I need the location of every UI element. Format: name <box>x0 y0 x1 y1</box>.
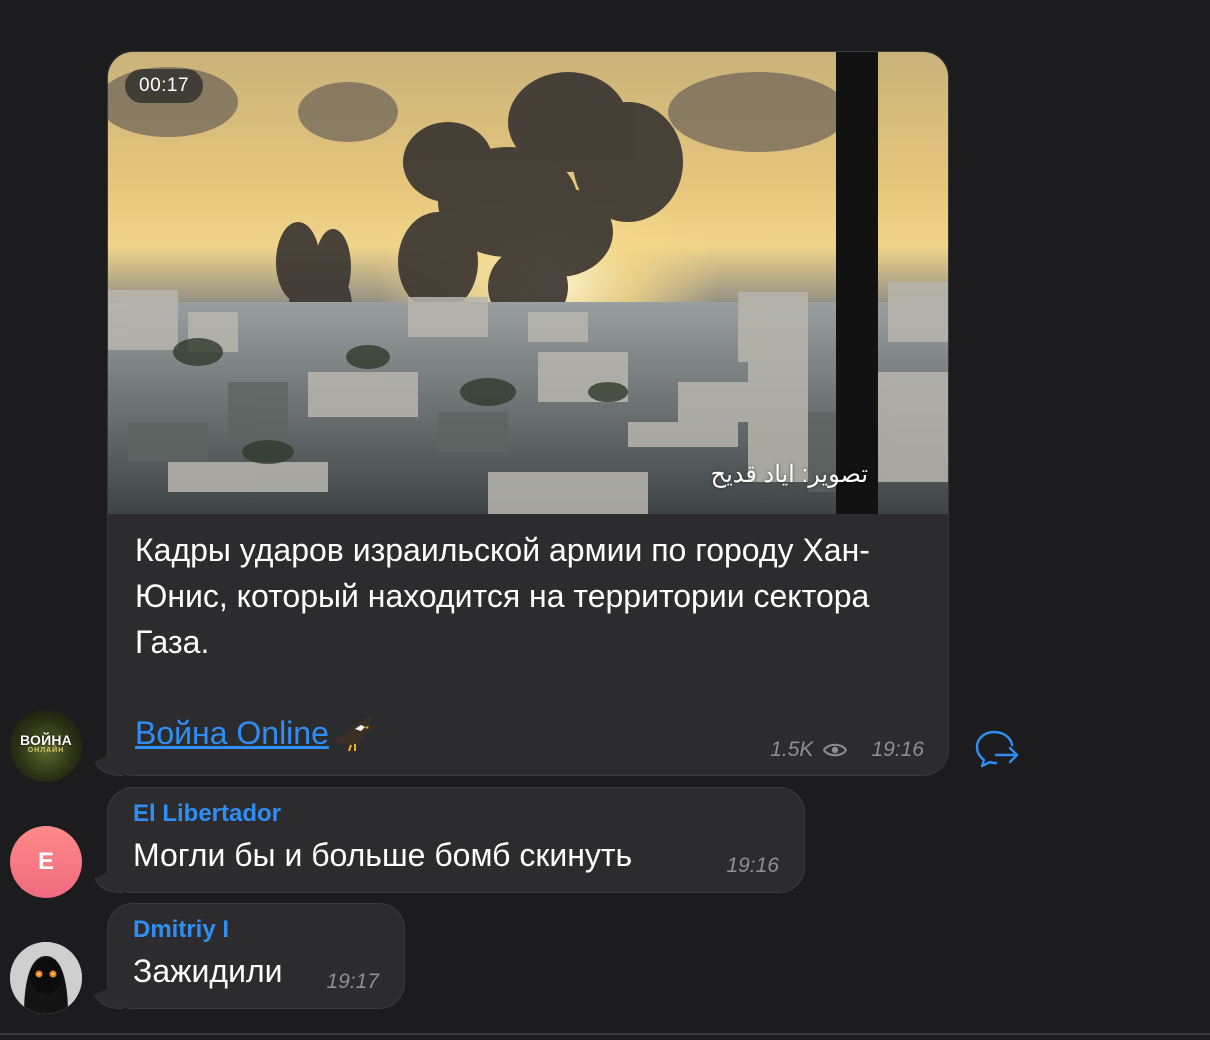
channel-link-label: Война Online <box>135 715 329 751</box>
post-time: 19:16 <box>871 738 924 761</box>
divider <box>0 1033 1210 1035</box>
message-time: 19:16 <box>726 854 779 877</box>
channel-avatar[interactable]: ВОЙНА ОНЛАЙН <box>10 710 82 782</box>
post-meta: 1.5K 19:16 <box>770 738 924 762</box>
channel-avatar-title: ВОЙНА <box>20 732 72 748</box>
avatar[interactable]: E <box>10 826 82 898</box>
message-bubble[interactable]: El Libertador Могли бы и больше бомб ски… <box>107 787 805 893</box>
sender-name[interactable]: El Libertador <box>133 800 281 828</box>
sender-name[interactable]: Dmitriy I <box>133 916 229 944</box>
message-bubble[interactable]: Dmitriy I Зажидили 19:17 <box>107 903 405 1009</box>
post-caption: Кадры ударов израильской армии по городу… <box>135 532 870 660</box>
view-count: 1.5K <box>770 738 814 761</box>
channel-post-bubble[interactable]: 00:17 تصوير: اياد قديح Кадры ударов изра… <box>107 51 949 776</box>
video-thumbnail[interactable]: 00:17 تصوير: اياد قديح <box>108 52 948 514</box>
video-frame-image <box>108 52 948 514</box>
video-watermark-text: تصوير: اياد قديح <box>710 461 868 488</box>
user-photo-avatar <box>10 942 82 1014</box>
avatar[interactable] <box>10 942 82 1014</box>
channel-avatar-subtitle: ОНЛАЙН <box>27 747 65 754</box>
video-duration-badge: 00:17 <box>125 69 204 103</box>
message-text: Могли бы и больше бомб скинуть <box>133 837 633 873</box>
message-time: 19:17 <box>326 970 379 993</box>
eagle-icon <box>332 715 377 752</box>
chat-view: 00:17 تصوير: اياد قديح Кадры ударов изра… <box>0 0 1210 1040</box>
share-arrow-icon[interactable] <box>974 728 1020 768</box>
eye-icon <box>823 743 848 757</box>
message-text: Зажидили <box>133 953 283 989</box>
channel-link[interactable]: Война Online <box>135 710 379 756</box>
